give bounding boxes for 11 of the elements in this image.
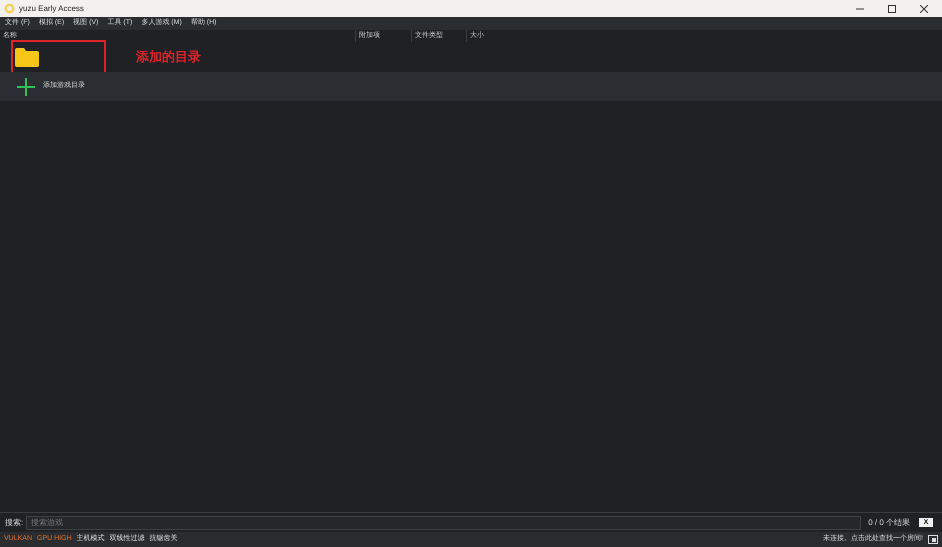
network-icon[interactable] [928,535,938,544]
window-title: yuzu Early Access [19,2,84,14]
folder-icon [15,48,39,66]
search-label: 搜索: [5,516,24,528]
maximize-icon[interactable] [888,4,896,12]
annotation-text: 添加的目录 [136,48,201,66]
result-count: 0 / 0 个结果 [868,516,910,528]
app-logo-icon [4,3,15,14]
plus-icon [17,78,35,96]
close-icon[interactable] [920,4,928,12]
search-field[interactable]: 搜索游戏 [26,516,862,530]
